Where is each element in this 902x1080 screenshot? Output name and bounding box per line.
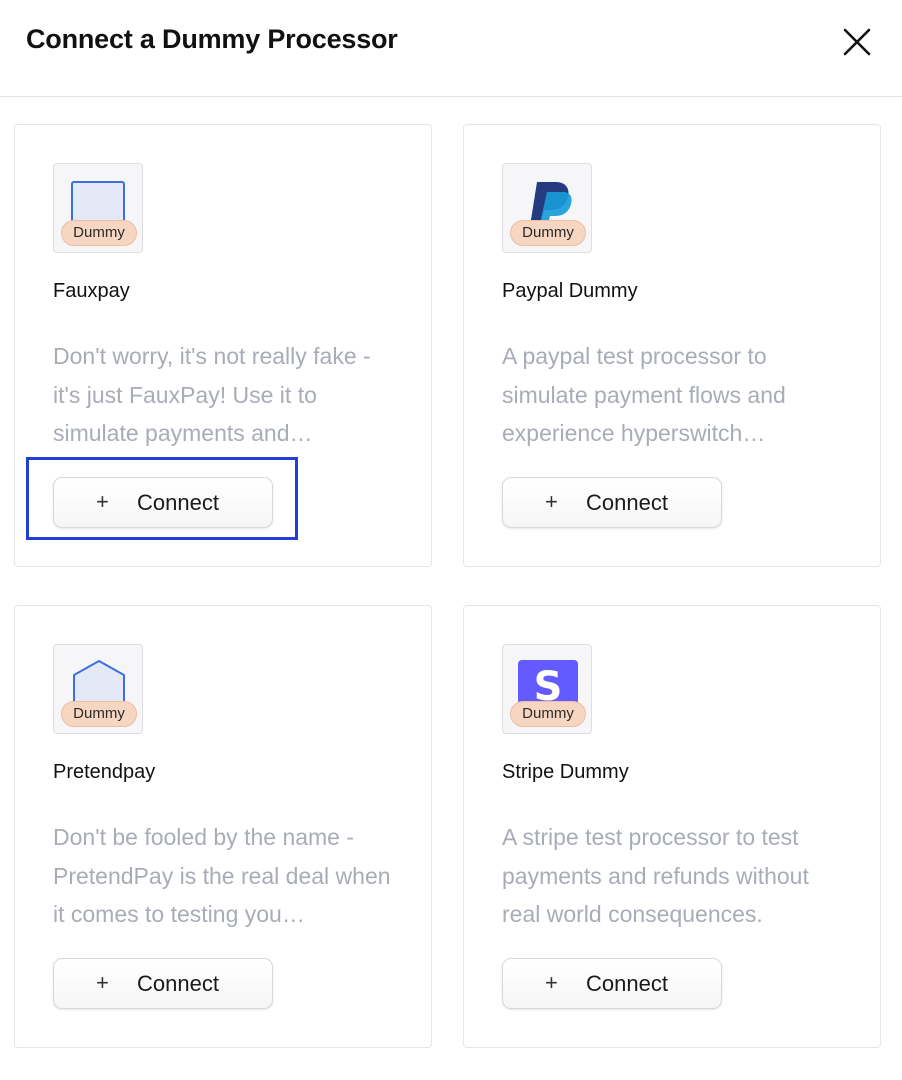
connect-button[interactable]: + Connect xyxy=(502,958,722,1009)
processor-logo: S Dummy xyxy=(502,644,592,734)
processor-description: A stripe test processor to test payments… xyxy=(502,824,809,927)
connect-button-label: Connect xyxy=(586,490,668,515)
plus-icon: + xyxy=(545,489,558,514)
dummy-badge: Dummy xyxy=(510,220,586,246)
processor-description: Don't be fooled by the name - PretendPay… xyxy=(53,824,391,927)
connect-button-label: Connect xyxy=(586,971,668,996)
processor-card-pretendpay: Dummy Pretendpay Don't be fooled by the … xyxy=(14,605,432,1048)
processor-name: Fauxpay xyxy=(53,280,130,302)
plus-icon: + xyxy=(545,970,558,995)
processor-name: Stripe Dummy xyxy=(502,761,629,783)
dummy-badge: Dummy xyxy=(61,220,137,246)
processor-name: Paypal Dummy xyxy=(502,280,638,302)
dummy-badge: Dummy xyxy=(510,701,586,727)
processor-logo: Dummy xyxy=(502,163,592,253)
close-icon[interactable] xyxy=(838,23,876,61)
dialog-header: Connect a Dummy Processor xyxy=(0,0,902,97)
connect-button[interactable]: + Connect xyxy=(502,477,722,528)
processor-description: Don't worry, it's not really fake - it's… xyxy=(53,343,371,446)
connect-button-label: Connect xyxy=(137,971,219,996)
dialog-title: Connect a Dummy Processor xyxy=(26,24,398,54)
connect-button[interactable]: + Connect xyxy=(53,958,273,1009)
processor-logo: Dummy xyxy=(53,644,143,734)
dummy-badge: Dummy xyxy=(61,701,137,727)
focus-highlight xyxy=(26,457,298,540)
processor-description: A paypal test processor to simulate paym… xyxy=(502,343,786,446)
plus-icon: + xyxy=(96,970,109,995)
processor-card-paypal-dummy: Dummy Paypal Dummy A paypal test process… xyxy=(463,124,881,567)
processor-card-stripe-dummy: S Dummy Stripe Dummy A stripe test proce… xyxy=(463,605,881,1048)
processor-name: Pretendpay xyxy=(53,761,156,783)
processor-logo: Dummy xyxy=(53,163,143,253)
